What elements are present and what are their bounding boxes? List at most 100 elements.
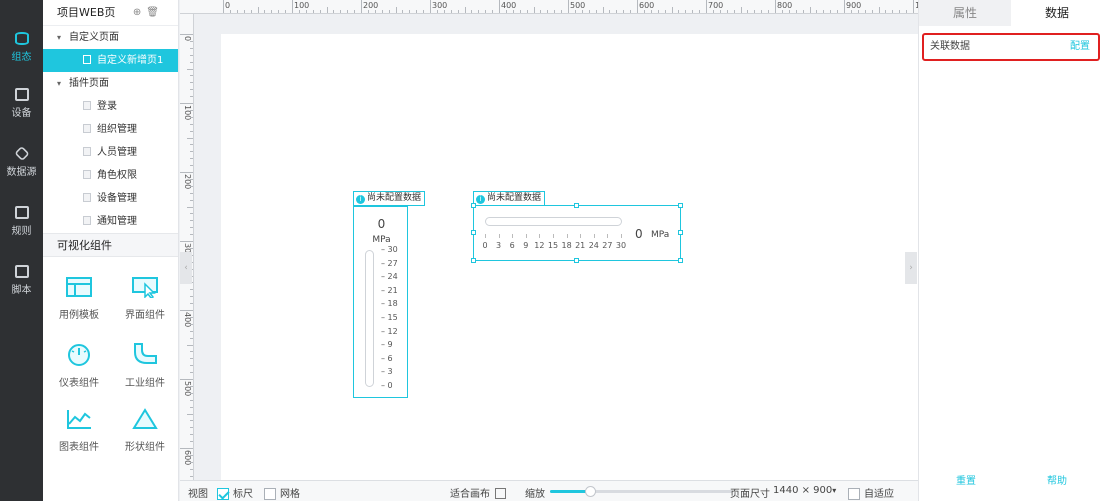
- gauge-tick-label: – 15: [381, 313, 398, 322]
- reset-link[interactable]: 重置: [956, 472, 976, 487]
- tab-properties[interactable]: 属性: [919, 0, 1011, 26]
- resize-handle[interactable]: [678, 230, 683, 235]
- ruler-tick: [190, 178, 193, 180]
- resize-handle[interactable]: [574, 258, 579, 263]
- ruler-tick: [190, 227, 193, 229]
- component-gauge[interactable]: 仪表组件: [45, 342, 113, 389]
- add-icon[interactable]: ⊕: [133, 7, 146, 18]
- tree-item-label: 登录: [97, 101, 117, 112]
- ruler-label: 500: [183, 381, 192, 397]
- gauge-tick: [621, 234, 622, 238]
- gauge-track: [365, 250, 374, 387]
- gauge-tick: [498, 234, 500, 238]
- ruler-tick: [609, 10, 611, 13]
- rail-item-script[interactable]: 脚本: [0, 265, 43, 296]
- grid-toggle[interactable]: 网格: [264, 485, 300, 500]
- vertical-gauge-widget[interactable]: 0 MPa – 30 – 27 – 24 – 21 – 18 – 15 – 12 – 9 – 6…: [353, 206, 408, 398]
- resize-handle[interactable]: [471, 258, 476, 263]
- zoom-slider-knob[interactable]: [585, 486, 597, 497]
- component-template[interactable]: 用例模板: [45, 276, 113, 321]
- help-link[interactable]: 帮助: [1047, 472, 1067, 487]
- gauge-tick-label: 24: [588, 241, 599, 250]
- tree-item-roles[interactable]: 角色权限: [43, 164, 178, 187]
- ruler-tick: [190, 441, 193, 443]
- ruler-tick: [347, 10, 349, 13]
- ruler-label: 200: [363, 1, 379, 10]
- tree-item-people[interactable]: 人员管理: [43, 141, 178, 164]
- ruler-label: 300: [432, 1, 448, 10]
- page-size-select[interactable]: 1440 × 900▾: [773, 485, 836, 496]
- collapse-left-toggle[interactable]: ‹: [180, 252, 192, 284]
- horizontal-gauge-widget[interactable]: 0 MPa 0 3 6 9 12 15 18 21 24 27 30: [473, 205, 681, 261]
- template-icon: [66, 277, 92, 297]
- grid-checkbox[interactable]: [264, 488, 276, 500]
- ruler-checkbox[interactable]: [217, 488, 229, 500]
- ruler-toggle[interactable]: 标尺: [217, 485, 253, 500]
- rail-item-config[interactable]: 组态: [0, 32, 43, 63]
- tree-item-devices[interactable]: 设备管理: [43, 187, 178, 210]
- ruler-label: 500: [570, 1, 586, 10]
- ruler-tick: [802, 10, 804, 13]
- ruler-tick: [485, 10, 487, 13]
- zoom-slider[interactable]: [550, 486, 733, 497]
- ruler-tick: [285, 10, 287, 13]
- ruler-tick: [671, 7, 673, 13]
- configure-link[interactable]: 配置: [1070, 35, 1090, 59]
- component-label: 界面组件: [125, 310, 165, 321]
- ruler-tick: [190, 47, 193, 49]
- ruler-tick: [795, 10, 797, 13]
- rail-item-device[interactable]: 设备: [0, 88, 43, 119]
- rail-item-label: 规则: [11, 226, 32, 237]
- tab-data[interactable]: 数据: [1011, 0, 1102, 26]
- rail-item-datasource[interactable]: 数据源: [0, 145, 43, 178]
- ruler-tick: [190, 165, 193, 167]
- tree-group-plugin[interactable]: ▾ 插件页面: [43, 72, 178, 95]
- resize-handle[interactable]: [471, 203, 476, 208]
- delete-icon[interactable]: 🗑: [146, 7, 164, 18]
- ruler-tick: [190, 323, 193, 325]
- tree-item-notify[interactable]: 通知管理: [43, 210, 178, 233]
- gauge-tick: [539, 234, 541, 238]
- fit-screen-icon: [495, 488, 507, 499]
- ruler-tick: [478, 10, 480, 13]
- ruler-label: 100: [183, 105, 192, 121]
- ruler-label: 100: [294, 1, 310, 10]
- resize-handle[interactable]: [678, 203, 683, 208]
- ruler-tick: [699, 10, 701, 13]
- gauge-tick: [607, 234, 609, 238]
- ruler-tick: [190, 61, 193, 63]
- gauge-track: [485, 217, 622, 226]
- fit-canvas-button[interactable]: 适合画布: [450, 485, 507, 500]
- resize-handle[interactable]: [678, 258, 683, 263]
- tree-group-label: 插件页面: [69, 78, 109, 89]
- ruler-tick: [190, 89, 193, 91]
- collapse-right-toggle[interactable]: ›: [905, 252, 917, 284]
- adaptive-toggle[interactable]: 自适应: [848, 485, 894, 500]
- ruler-tick: [892, 10, 894, 13]
- ruler-tick: [190, 151, 193, 153]
- adaptive-label: 自适应: [864, 489, 894, 500]
- page-icon: [83, 55, 91, 64]
- adaptive-checkbox[interactable]: [848, 488, 860, 500]
- rail-item-rules[interactable]: 规则: [0, 206, 43, 237]
- tree-item-custom-page-1[interactable]: 自定义新增页1: [43, 49, 178, 72]
- tree-item-login[interactable]: 登录: [43, 95, 178, 118]
- ruler-tick: [190, 461, 193, 463]
- component-industrial[interactable]: 工业组件: [111, 342, 179, 389]
- ruler-tick: [190, 420, 193, 422]
- resize-handle[interactable]: [574, 203, 579, 208]
- gauge-tick-label: 0: [482, 241, 488, 250]
- gauge-value: 0: [377, 217, 386, 231]
- resize-handle[interactable]: [471, 230, 476, 235]
- component-chart[interactable]: 图表组件: [45, 408, 113, 453]
- device-icon: [14, 88, 29, 101]
- component-ui[interactable]: 界面组件: [111, 276, 179, 321]
- tree-group-custom[interactable]: ▾ 自定义页面: [43, 26, 178, 49]
- ruler-tick: [190, 475, 193, 477]
- tree-item-org[interactable]: 组织管理: [43, 118, 178, 141]
- ruler-tick: [190, 392, 193, 394]
- grid-label: 网格: [280, 489, 300, 500]
- gauge-tick: [553, 234, 554, 238]
- component-shape[interactable]: 形状组件: [111, 408, 179, 453]
- ruler-tick: [499, 0, 500, 13]
